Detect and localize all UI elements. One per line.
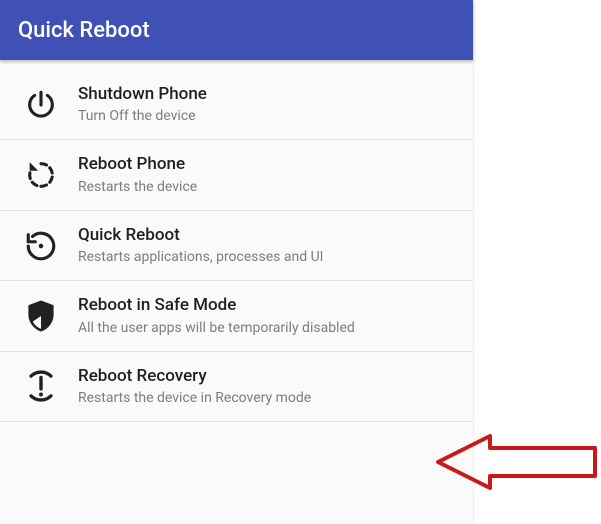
restart-icon — [24, 158, 58, 192]
item-text: Reboot Phone Restarts the device — [78, 154, 457, 195]
recovery-icon — [24, 369, 58, 403]
option-list: Shutdown Phone Turn Off the device Reboo… — [0, 60, 473, 422]
item-reboot-recovery[interactable]: Reboot Recovery Restarts the device in R… — [0, 352, 473, 422]
item-title: Reboot Phone — [78, 154, 457, 175]
item-title: Reboot in Safe Mode — [78, 295, 457, 316]
item-subtitle: Restarts the device — [78, 178, 457, 196]
item-title: Shutdown Phone — [78, 84, 457, 105]
item-reboot-phone[interactable]: Reboot Phone Restarts the device — [0, 140, 473, 210]
power-icon — [24, 88, 58, 122]
history-icon — [24, 229, 58, 263]
item-subtitle: Restarts the device in Recovery mode — [78, 389, 457, 407]
item-text: Quick Reboot Restarts applications, proc… — [78, 225, 457, 266]
item-text: Reboot Recovery Restarts the device in R… — [78, 366, 457, 407]
app-bar: Quick Reboot — [0, 0, 473, 60]
item-safe-mode[interactable]: Reboot in Safe Mode All the user apps wi… — [0, 281, 473, 351]
item-title: Quick Reboot — [78, 225, 457, 246]
app-frame: Quick Reboot Shutdown Phone Turn Off the… — [0, 0, 473, 524]
item-shutdown-phone[interactable]: Shutdown Phone Turn Off the device — [0, 70, 473, 140]
item-subtitle: All the user apps will be temporarily di… — [78, 319, 457, 337]
item-quick-reboot[interactable]: Quick Reboot Restarts applications, proc… — [0, 211, 473, 281]
shield-icon — [24, 299, 58, 333]
item-title: Reboot Recovery — [78, 366, 457, 387]
item-text: Reboot in Safe Mode All the user apps wi… — [78, 295, 457, 336]
item-subtitle: Restarts applications, processes and UI — [78, 248, 457, 266]
item-subtitle: Turn Off the device — [78, 107, 457, 125]
item-text: Shutdown Phone Turn Off the device — [78, 84, 457, 125]
app-title: Quick Reboot — [18, 18, 150, 43]
